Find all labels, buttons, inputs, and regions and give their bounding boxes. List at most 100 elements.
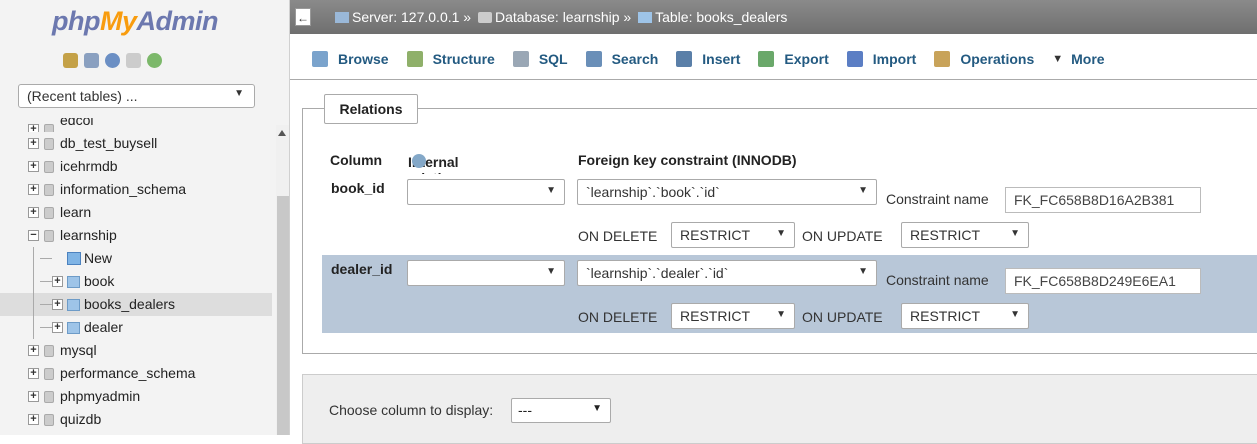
database-icon bbox=[44, 391, 54, 403]
tree-item-label[interactable]: books_dealers bbox=[84, 293, 175, 316]
database-icon bbox=[44, 230, 54, 242]
constraint-name-input[interactable]: FK_FC658B8D249E6EA1 bbox=[1005, 268, 1201, 294]
tree-database-item[interactable]: + learn bbox=[0, 201, 272, 224]
tab-insert[interactable]: Insert bbox=[668, 40, 750, 78]
chevron-down-icon: ▼ bbox=[234, 88, 244, 99]
tree-item-label[interactable]: quizdb bbox=[60, 408, 101, 431]
tree-database-item[interactable]: + mysql bbox=[0, 339, 272, 362]
on-update-label: ON UPDATE bbox=[802, 309, 883, 325]
tree-item-label[interactable]: mysql bbox=[60, 339, 97, 362]
expand-icon[interactable]: + bbox=[52, 276, 63, 287]
expand-icon[interactable]: + bbox=[52, 299, 63, 310]
import-icon bbox=[846, 51, 863, 67]
breadcrumb-table[interactable]: Table: books_dealers bbox=[655, 9, 787, 25]
docs-icon[interactable] bbox=[126, 53, 141, 68]
on-delete-select[interactable]: RESTRICT ▼ bbox=[671, 303, 795, 329]
tab-more[interactable]: ▼ More bbox=[1044, 40, 1114, 78]
database-icon bbox=[44, 368, 54, 380]
tree-database-item[interactable]: + quizdb bbox=[0, 408, 272, 431]
tree-item-label[interactable]: learnship bbox=[60, 224, 117, 247]
tree-database-item[interactable]: + edcol bbox=[0, 118, 272, 132]
tree-database-item[interactable]: + icehrmdb bbox=[0, 155, 272, 178]
on-update-label: ON UPDATE bbox=[802, 228, 883, 244]
tree-item-label[interactable]: db_test_buysell bbox=[60, 132, 157, 155]
relations-header-row: Column Internal relation Foreign key con… bbox=[330, 152, 797, 186]
foreign-key-select[interactable]: `learnship`.`dealer`.`id` ▼ bbox=[577, 260, 877, 286]
tab-label: Insert bbox=[702, 51, 741, 67]
expand-icon[interactable]: + bbox=[28, 345, 39, 356]
nav-scrollbar-thumb[interactable] bbox=[277, 196, 289, 435]
tab-operations[interactable]: Operations bbox=[926, 40, 1044, 78]
collapse-icon[interactable]: − bbox=[28, 230, 39, 241]
chevron-down-icon: ▼ bbox=[858, 185, 868, 196]
scroll-up-icon[interactable] bbox=[278, 130, 286, 136]
tree-database-item[interactable]: − learnship bbox=[0, 224, 272, 247]
on-update-select[interactable]: RESTRICT ▼ bbox=[901, 222, 1029, 248]
tab-sql[interactable]: SQL bbox=[505, 40, 578, 78]
chevron-down-icon: ▼ bbox=[1010, 309, 1020, 320]
tree-table-item[interactable]: New bbox=[0, 247, 272, 270]
tree-table-item[interactable]: + dealer bbox=[0, 316, 272, 339]
tree-table-item[interactable]: + books_dealers bbox=[0, 293, 272, 316]
expand-icon[interactable]: + bbox=[28, 161, 39, 172]
header-column: Column bbox=[330, 152, 383, 168]
on-update-select[interactable]: RESTRICT ▼ bbox=[901, 303, 1029, 329]
search-icon bbox=[585, 51, 602, 67]
tab-import[interactable]: Import bbox=[839, 40, 927, 78]
expand-icon[interactable]: + bbox=[28, 368, 39, 379]
new-table-icon bbox=[67, 252, 81, 265]
chevron-down-icon: ▼ bbox=[546, 266, 556, 277]
tab-export[interactable]: Export bbox=[750, 40, 838, 78]
expand-icon[interactable]: + bbox=[52, 322, 63, 333]
tab-search[interactable]: Search bbox=[578, 40, 669, 78]
reload-icon[interactable] bbox=[147, 53, 162, 68]
logout-icon[interactable] bbox=[84, 53, 99, 68]
chevron-down-icon: ▼ bbox=[1010, 228, 1020, 239]
tree-table-item[interactable]: + book bbox=[0, 270, 272, 293]
internal-relation-select[interactable]: ▼ bbox=[407, 179, 565, 205]
tree-item-label[interactable]: information_schema bbox=[60, 178, 186, 201]
internal-relation-select[interactable]: ▼ bbox=[407, 260, 565, 286]
expand-icon[interactable]: + bbox=[28, 184, 39, 195]
chevron-down-icon: ▼ bbox=[776, 309, 786, 320]
collapse-nav-icon[interactable]: ← bbox=[295, 8, 311, 26]
foreign-key-select[interactable]: `learnship`.`book`.`id` ▼ bbox=[577, 179, 877, 205]
breadcrumb-server[interactable]: Server: 127.0.0.1 bbox=[352, 9, 459, 25]
tree-database-item[interactable]: + db_test_buysell bbox=[0, 132, 272, 155]
expand-icon[interactable]: + bbox=[28, 414, 39, 425]
tree-item-label[interactable]: edcol bbox=[60, 118, 93, 127]
tab-label: SQL bbox=[538, 51, 568, 67]
tree-item-label[interactable]: performance_schema bbox=[60, 362, 195, 385]
tree-item-label[interactable]: book bbox=[84, 270, 114, 293]
breadcrumb: ← Server: 127.0.0.1 » Database: learnshi… bbox=[290, 0, 1257, 34]
tree-database-item[interactable]: + phpmyadmin bbox=[0, 385, 272, 408]
tree-item-label[interactable]: learn bbox=[60, 201, 91, 224]
database-icon bbox=[44, 124, 54, 132]
help-icon[interactable] bbox=[412, 154, 426, 168]
tree-database-item[interactable]: + performance_schema bbox=[0, 362, 272, 385]
tree-item-label[interactable]: phpmyadmin bbox=[60, 385, 140, 408]
recent-tables-select[interactable]: (Recent tables) ... ▼ bbox=[18, 84, 255, 108]
on-delete-label: ON DELETE bbox=[578, 309, 658, 325]
tree-item-label[interactable]: dealer bbox=[84, 316, 123, 339]
phpmyadmin-logo[interactable]: phpMyAdmin bbox=[52, 6, 218, 37]
expand-icon[interactable]: + bbox=[28, 391, 39, 402]
expand-icon[interactable]: + bbox=[28, 124, 39, 132]
tab-bar: Browse Structure SQL Search Insert Export Impo… bbox=[290, 40, 1257, 80]
tree-item-label[interactable]: icehrmdb bbox=[60, 155, 118, 178]
tab-structure[interactable]: Structure bbox=[399, 40, 505, 78]
breadcrumb-database[interactable]: Database: learnship bbox=[495, 9, 620, 25]
tab-browse[interactable]: Browse bbox=[304, 40, 399, 78]
table-icon bbox=[638, 12, 653, 23]
tree-database-item[interactable]: + information_schema bbox=[0, 178, 272, 201]
on-delete-select[interactable]: RESTRICT ▼ bbox=[671, 222, 795, 248]
database-icon bbox=[44, 207, 54, 219]
display-column-select[interactable]: --- ▼ bbox=[511, 398, 611, 423]
expand-icon[interactable]: + bbox=[28, 138, 39, 149]
expand-icon[interactable]: + bbox=[28, 207, 39, 218]
help-icon[interactable] bbox=[105, 53, 120, 68]
tab-label: More bbox=[1071, 51, 1105, 67]
constraint-name-input[interactable]: FK_FC658B8D16A2B381 bbox=[1005, 187, 1201, 213]
tree-item-label[interactable]: New bbox=[84, 247, 112, 270]
home-icon[interactable] bbox=[63, 53, 78, 68]
